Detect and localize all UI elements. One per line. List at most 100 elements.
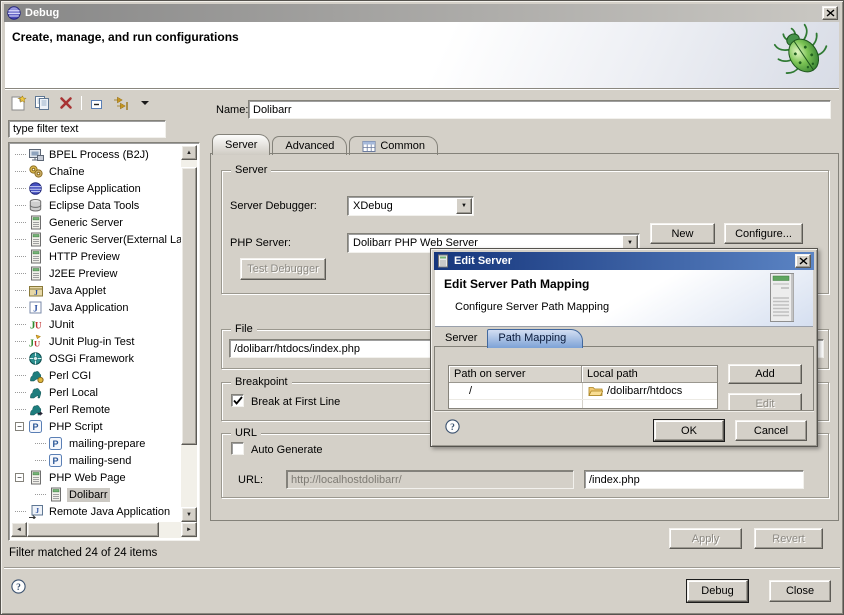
tree-item-label: Perl Local <box>47 386 100 400</box>
scroll-down-button[interactable]: ▼ <box>181 507 197 522</box>
tree-item-j2ee-preview[interactable]: J2EE Preview <box>11 265 181 282</box>
path-on-server-cell: / <box>449 383 582 399</box>
path-mapping-row[interactable]: //dolibarr/htdocs <box>449 383 717 400</box>
expander-minus-icon[interactable]: − <box>15 473 24 482</box>
tree-item-eclipse-application[interactable]: Eclipse Application <box>11 180 181 197</box>
tree-item-bpel-process-b2j[interactable]: BPEL Process (B2J) <box>11 146 181 163</box>
server-debugger-combo[interactable]: XDebug ▼ <box>347 196 474 216</box>
tree-item-eclipse-data-tools[interactable]: Eclipse Data Tools <box>11 197 181 214</box>
tree-vertical-scrollbar[interactable]: ▲ ▼ <box>181 145 197 522</box>
tree-item-generic-server-external-la[interactable]: Generic Server(External La <box>11 231 181 248</box>
check-icon <box>233 396 243 405</box>
new-server-button[interactable]: New <box>650 223 715 244</box>
toolbar-separator <box>81 96 82 110</box>
tree-horizontal-scrollbar[interactable]: ◄ ► <box>11 522 197 538</box>
auto-generate-checkbox[interactable] <box>231 442 244 455</box>
dialog-subheading: Configure Server Path Mapping <box>455 301 609 313</box>
tree-item-mailing-prepare[interactable]: Pmailing-prepare <box>11 435 181 452</box>
tab-advanced-label: Advanced <box>285 140 334 152</box>
tree-item-php-script[interactable]: −P PHP Script <box>11 418 181 435</box>
dialog-tab-path-mapping[interactable]: Path Mapping <box>487 329 583 348</box>
column-local-path[interactable]: Local path <box>582 366 718 383</box>
tree-item-dolibarr[interactable]: Dolibarr <box>11 486 181 503</box>
close-button[interactable]: Close <box>769 580 831 602</box>
tree-item-label: Chaîne <box>47 165 86 179</box>
tree-item-label: PHP Script <box>47 420 105 434</box>
dialog-tabs: Server Path Mapping <box>437 327 585 347</box>
dialog-tab-server[interactable]: Server <box>437 330 485 347</box>
break-first-line-checkbox[interactable] <box>231 394 244 407</box>
url-path-input[interactable] <box>584 470 804 489</box>
folder-icon <box>588 385 603 397</box>
dialog-title: Edit Server <box>454 255 512 267</box>
close-x-icon <box>799 257 808 265</box>
collapse-all-icon[interactable] <box>88 95 106 112</box>
dropdown-arrow-icon[interactable]: ▼ <box>456 198 472 214</box>
new-config-icon[interactable] <box>9 95 27 112</box>
tab-server[interactable]: Server <box>212 134 270 155</box>
tab-server-label: Server <box>225 139 257 151</box>
tree-item-java-application[interactable]: JJava Application <box>11 299 181 316</box>
column-path-on-server[interactable]: Path on server <box>449 366 582 383</box>
name-input[interactable] <box>248 100 831 119</box>
applet-icon: J <box>27 283 44 298</box>
expander-minus-icon[interactable]: − <box>15 422 24 431</box>
help-icon[interactable]: ? <box>11 579 26 594</box>
window-titlebar[interactable]: Debug <box>4 4 840 22</box>
php-icon: P <box>47 453 64 468</box>
server-debugger-value: XDebug <box>353 200 393 212</box>
svg-text:P: P <box>32 422 38 432</box>
tree-connector <box>15 511 26 512</box>
dialog-banner: Edit Server Path Mapping Configure Serve… <box>435 270 813 327</box>
tree-item-perl-remote[interactable]: Perl Remote <box>11 401 181 418</box>
breakpoint-group-legend: Breakpoint <box>231 376 292 389</box>
debug-button[interactable]: Debug <box>687 580 748 602</box>
tree-connector <box>15 409 26 410</box>
perl-cgi-icon <box>27 368 44 383</box>
tree-item-java-applet[interactable]: JJava Applet <box>11 282 181 299</box>
svg-text:?: ? <box>450 423 455 433</box>
java-icon: J <box>27 300 44 315</box>
tree-connector <box>15 222 26 223</box>
menu-arrow-icon[interactable] <box>136 95 154 112</box>
duplicate-icon[interactable] <box>33 95 51 112</box>
help-icon[interactable]: ? <box>445 419 460 434</box>
tree-connector <box>15 205 26 206</box>
window-close-button[interactable] <box>822 6 838 20</box>
tree-item-mailing-send[interactable]: Pmailing-send <box>11 452 181 469</box>
tree-connector <box>35 460 46 461</box>
common-tab-icon <box>362 140 376 153</box>
tree-item-perl-local[interactable]: Perl Local <box>11 384 181 401</box>
tree-item-generic-server[interactable]: Generic Server <box>11 214 181 231</box>
tree-item-http-preview[interactable]: HTTP Preview <box>11 248 181 265</box>
tree-item-label: PHP Web Page <box>47 471 128 485</box>
dialog-titlebar[interactable]: Edit Server <box>434 252 814 270</box>
vertical-scroll-thumb[interactable] <box>181 167 197 445</box>
filter-icon[interactable] <box>112 95 130 112</box>
tree-item-osgi-framework[interactable]: OSGi Framework <box>11 350 181 367</box>
tree-item-label: mailing-send <box>67 454 133 468</box>
cancel-button[interactable]: Cancel <box>735 420 807 441</box>
tree-item-perl-cgi[interactable]: Perl CGI <box>11 367 181 384</box>
banner-message: Create, manage, and run configurations <box>12 30 239 44</box>
delete-icon[interactable] <box>57 95 75 112</box>
scroll-up-button[interactable]: ▲ <box>181 145 197 160</box>
tree-item-remote-java-application[interactable]: JRemote Java Application <box>11 503 181 520</box>
ok-button[interactable]: OK <box>654 420 724 441</box>
tree-item-cha-ne[interactable]: Chaîne <box>11 163 181 180</box>
dialog-close-button[interactable] <box>795 254 811 268</box>
tree-item-junit[interactable]: JUJUnit <box>11 316 181 333</box>
tree-item-php-web-page[interactable]: − PHP Web Page <box>11 469 181 486</box>
server-icon <box>47 487 64 502</box>
url-base-input <box>286 470 574 489</box>
tree-item-label: J2EE Preview <box>47 267 119 281</box>
server-debugger-label: Server Debugger: <box>230 200 317 212</box>
add-button[interactable]: Add <box>728 364 802 384</box>
filter-input[interactable] <box>8 120 166 138</box>
scroll-left-button[interactable]: ◄ <box>11 522 27 537</box>
configure-button[interactable]: Configure... <box>724 223 803 244</box>
scroll-right-button[interactable]: ► <box>181 522 197 537</box>
local-path-cell: /dolibarr/htdocs <box>582 383 682 399</box>
horizontal-scroll-thumb[interactable] <box>27 522 159 537</box>
tree-item-junit-plug-in-test[interactable]: JUJUnit Plug-in Test <box>11 333 181 350</box>
